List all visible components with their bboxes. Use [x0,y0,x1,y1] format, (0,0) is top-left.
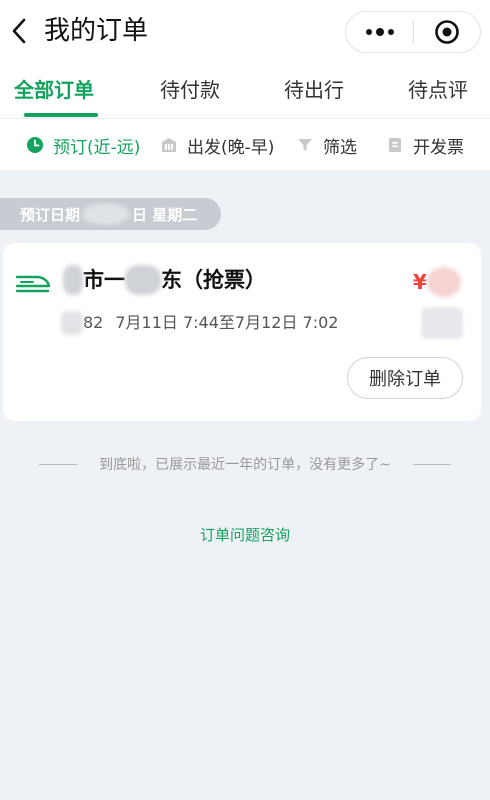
end-of-list-text: 到底啦，已展示最近一年的订单，没有更多了~ [99,457,391,473]
sort-departure-date[interactable]: 出发(晚-早) [160,132,274,158]
filter-button[interactable]: 筛选 [296,132,357,158]
sort-departure-label: 出发(晚-早) [187,137,275,158]
route-part-1: 市一 [83,268,125,292]
sort-booking-date[interactable]: 预订(近-远) [26,132,140,158]
tab-pending-review[interactable]: 待点评 [408,76,468,104]
filter-label: 筛选 [323,137,357,158]
end-of-list-notice: 到底啦，已展示最近一年的订单，没有更多了~ [0,452,490,476]
invoice-label: 开发票 [413,137,464,158]
clock-icon [26,136,44,154]
order-route-title: 市一 东（抢票） [63,265,266,295]
redacted-status [421,307,463,339]
sort-booking-label: 预订(近-远) [53,137,141,158]
order-tabs: 全部订单 待付款 待出行 待点评 [0,62,490,118]
tab-all-orders[interactable]: 全部订单 [14,76,94,104]
filter-bar: 预订(近-远) 出发(晚-早) 筛选 开发票 [0,118,490,170]
order-card[interactable]: 市一 东（抢票） ¥ 82 7月11日 7:44至7月12日 7:02 删除订单 [3,243,481,421]
invoice-button[interactable]: 开发票 [386,132,464,158]
active-tab-indicator [24,113,98,117]
date-suffix: 日 星期二 [132,205,198,224]
building-icon [160,136,178,154]
redacted-train-number [61,311,83,335]
tab-pending-payment[interactable]: 待付款 [160,76,220,104]
header: 我的订单 [0,0,490,62]
orders-page: 我的订单 全部订单 待付款 待出行 待点评 预订(近-远) 出发(晚-早) 筛选… [0,0,490,800]
funnel-icon [296,136,314,154]
mini-program-capsule [345,11,481,53]
chevron-left-icon[interactable] [8,16,30,46]
tab-pending-travel[interactable]: 待出行 [284,76,344,104]
divider-left [39,463,78,465]
page-title: 我的订单 [44,16,149,46]
redacted-date [82,203,131,225]
redacted-price [426,267,461,297]
route-part-2: 东（抢票） [161,268,266,292]
trip-details: 82 7月11日 7:44至7月12日 7:02 [61,311,338,335]
target-icon[interactable] [414,12,480,52]
redacted-destination [125,265,161,295]
booking-date-group: 预订日期 日 星期二 [0,198,221,230]
invoice-icon [386,136,404,154]
price-symbol: ¥ [413,270,427,294]
redacted-origin [63,265,83,295]
divider-right [412,463,451,465]
more-dots-icon[interactable] [346,12,413,52]
date-prefix: 预订日期 [20,205,81,224]
order-help-link[interactable]: 订单问题咨询 [0,524,490,545]
order-price: ¥ [413,267,461,297]
train-number-suffix: 82 [83,313,104,332]
trip-time-range: 7月11日 7:44至7月12日 7:02 [115,313,339,332]
delete-order-button[interactable]: 删除订单 [347,357,463,399]
high-speed-train-icon [15,271,51,295]
